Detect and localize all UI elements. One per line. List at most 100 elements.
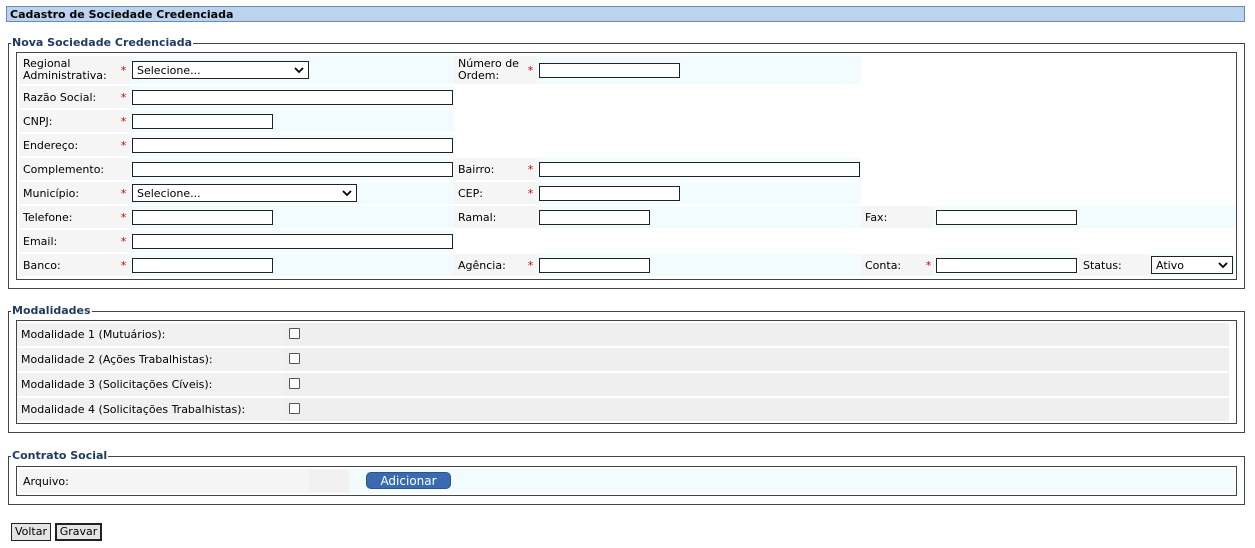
conta-label: Conta: — [861, 254, 923, 276]
modalidade-4-checkbox[interactable] — [289, 403, 300, 414]
municipio-select-value: Selecione... — [137, 186, 201, 200]
email-label: Email: — [19, 230, 117, 252]
complemento-field-cell — [130, 158, 454, 180]
regional-label: Regional Administrativa: — [19, 56, 117, 84]
bairro-input[interactable] — [539, 161, 860, 177]
modalidade-4-check-cell — [285, 398, 1229, 421]
modalidade-4-label: Modalidade 4 (Solicitações Trabalhistas)… — [17, 398, 285, 421]
modalidades-table: Modalidade 1 (Mutuários): Modalidade 2 (… — [16, 320, 1237, 424]
regional-select-value: Selecione... — [137, 63, 201, 77]
status-select[interactable]: Ativo — [1151, 256, 1233, 274]
agencia-field-cell — [537, 254, 861, 276]
fax-label: Fax: — [861, 206, 923, 228]
modalidade-1-checkbox[interactable] — [289, 328, 300, 339]
telefone-label: Telefone: — [19, 206, 117, 228]
agencia-required: * — [524, 254, 537, 276]
bairro-required: * — [524, 158, 537, 180]
endereco-required: * — [117, 134, 130, 156]
adicionar-button[interactable]: Adicionar — [366, 472, 451, 489]
nova-sociedade-table: Regional Administrativa: * Selecione... … — [16, 52, 1237, 280]
voltar-button[interactable]: Voltar — [11, 523, 51, 541]
numero-field-cell — [537, 56, 861, 84]
modalidade-row-4: Modalidade 4 (Solicitações Trabalhistas)… — [17, 398, 1229, 422]
email-input[interactable] — [132, 233, 453, 249]
cep-label: CEP: — [454, 182, 524, 204]
complemento-input[interactable] — [132, 161, 453, 177]
fax-field-cell — [934, 206, 1236, 228]
telefone-field-cell — [130, 206, 454, 228]
modalidade-2-checkbox[interactable] — [289, 353, 300, 364]
contrato-legend: Contrato Social — [12, 449, 108, 462]
razao-required: * — [117, 86, 130, 108]
contrato-table: Arquivo: Adicionar — [16, 466, 1237, 496]
razao-social-input[interactable] — [132, 89, 453, 105]
cnpj-input[interactable] — [132, 113, 273, 129]
arquivo-field-cell — [349, 469, 1234, 493]
conta-input[interactable] — [936, 257, 1077, 273]
cnpj-label: CNPJ: — [19, 110, 117, 132]
cep-field-cell — [537, 182, 861, 204]
municipio-field-cell: Selecione... — [130, 182, 454, 204]
email-field-cell — [130, 230, 454, 252]
modalidade-3-label: Modalidade 3 (Solicitações Cíveis): — [17, 373, 285, 396]
banco-required: * — [117, 254, 130, 276]
municipio-required: * — [117, 182, 130, 204]
numero-required: * — [524, 56, 537, 84]
nova-sociedade-legend: Nova Sociedade Credenciada — [12, 36, 193, 49]
complemento-label: Complemento: — [19, 158, 117, 180]
modalidade-1-check-cell — [285, 323, 1229, 346]
modalidade-3-checkbox[interactable] — [289, 378, 300, 389]
cnpj-required: * — [117, 110, 130, 132]
cnpj-field-cell — [130, 110, 454, 132]
arquivo-spacer — [309, 469, 349, 493]
chevron-down-icon — [1218, 262, 1228, 269]
regional-field-cell: Selecione... — [130, 56, 454, 84]
ramal-label: Ramal: — [454, 206, 524, 228]
telefone-required: * — [117, 206, 130, 228]
chevron-down-icon — [294, 67, 304, 74]
banco-label: Banco: — [19, 254, 117, 276]
bairro-field-cell — [537, 158, 861, 180]
status-label: Status: — [1079, 254, 1141, 276]
razao-field-cell — [130, 86, 454, 108]
agencia-label: Agência: — [454, 254, 524, 276]
agencia-input[interactable] — [539, 257, 650, 273]
razao-label: Razão Social: — [19, 86, 117, 108]
chevron-down-icon — [342, 190, 352, 197]
bairro-label: Bairro: — [454, 158, 524, 180]
cep-required: * — [524, 182, 537, 204]
regional-required: * — [117, 56, 130, 84]
status-select-value: Ativo — [1156, 258, 1184, 272]
ramal-spacer — [524, 206, 537, 228]
modalidade-row-2: Modalidade 2 (Ações Trabalhistas): — [17, 348, 1229, 372]
municipio-label: Município: — [19, 182, 117, 204]
municipio-select[interactable]: Selecione... — [132, 184, 357, 202]
status-spacer — [1141, 254, 1149, 276]
modalidades-legend: Modalidades — [12, 304, 91, 317]
status-field-cell: Ativo — [1149, 254, 1236, 276]
conta-required: * — [923, 254, 934, 276]
modalidade-row-1: Modalidade 1 (Mutuários): — [17, 323, 1229, 347]
fax-spacer — [923, 206, 934, 228]
gravar-button[interactable]: Gravar — [55, 523, 102, 541]
banco-field-cell — [130, 254, 454, 276]
page-title: Cadastro de Sociedade Credenciada — [6, 6, 1245, 22]
modalidade-2-check-cell — [285, 348, 1229, 371]
numero-ordem-input[interactable] — [539, 62, 680, 78]
modalidade-2-label: Modalidade 2 (Ações Trabalhistas): — [17, 348, 285, 371]
telefone-input[interactable] — [132, 209, 273, 225]
regional-select[interactable]: Selecione... — [132, 61, 309, 79]
email-required: * — [117, 230, 130, 252]
endereco-label: Endereço: — [19, 134, 117, 156]
numero-label: Número de Ordem: — [454, 56, 524, 84]
banco-input[interactable] — [132, 257, 273, 273]
cep-input[interactable] — [539, 185, 680, 201]
endereco-input[interactable] — [132, 137, 453, 153]
fax-input[interactable] — [936, 209, 1077, 225]
ramal-input[interactable] — [539, 209, 650, 225]
conta-field-cell — [934, 254, 1077, 276]
arquivo-label: Arquivo: — [19, 469, 309, 493]
ramal-field-cell — [537, 206, 861, 228]
modalidade-3-check-cell — [285, 373, 1229, 396]
modalidade-1-label: Modalidade 1 (Mutuários): — [17, 323, 285, 346]
